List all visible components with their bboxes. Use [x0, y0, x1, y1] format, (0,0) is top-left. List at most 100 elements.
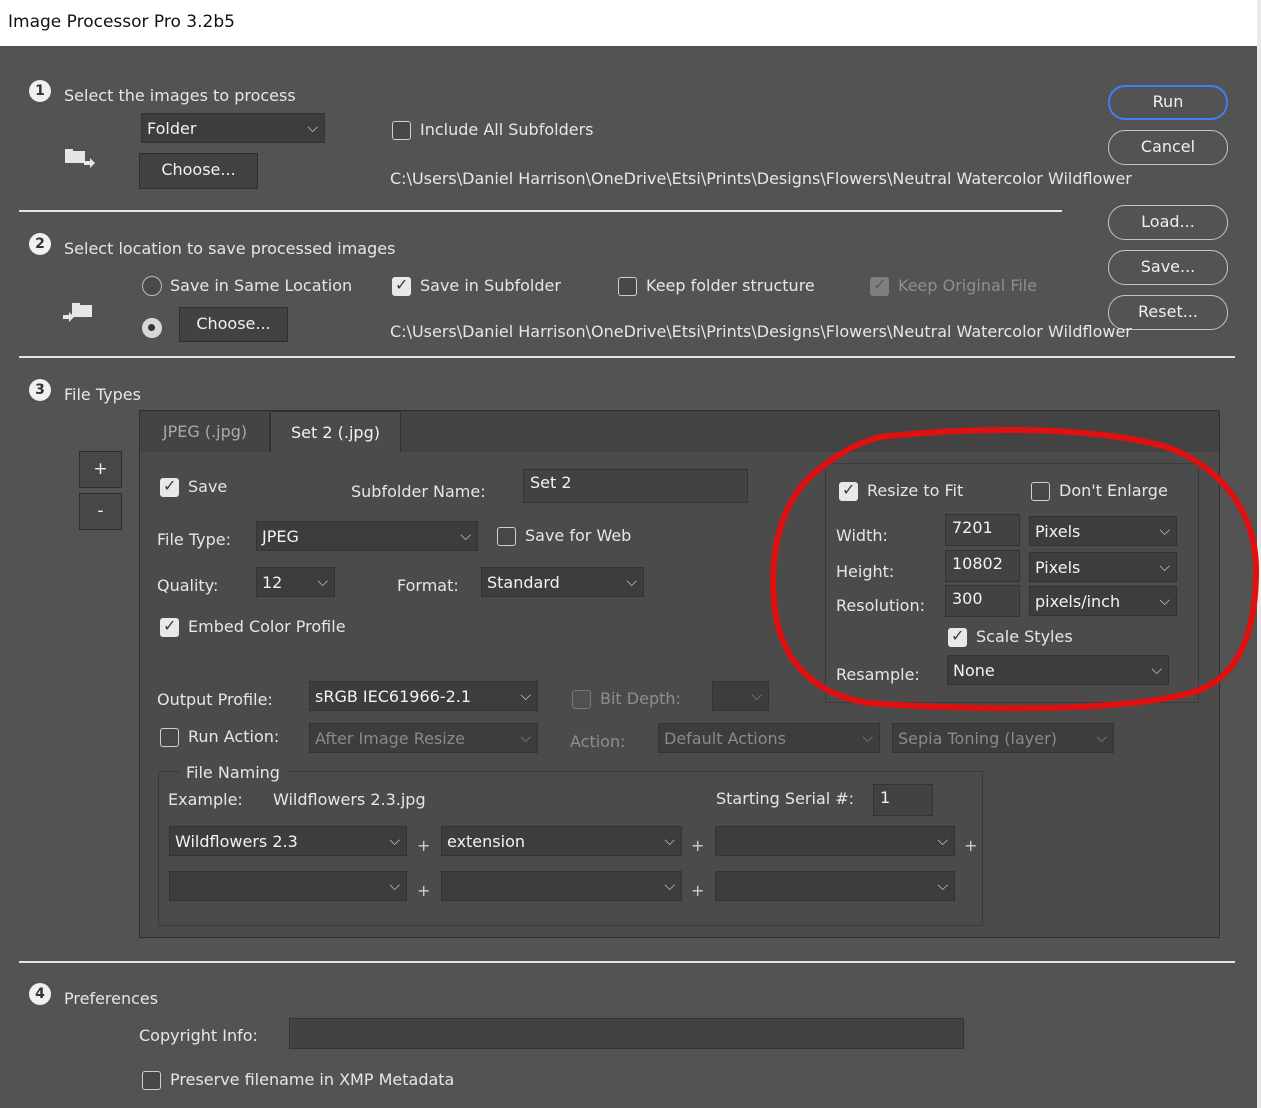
step-3-title: File Types — [64, 385, 141, 404]
save-checkbox[interactable] — [160, 476, 179, 497]
naming-select-5[interactable]: ⌵ — [441, 871, 682, 901]
destination-path: C:\Users\Daniel Harrison\OneDrive\Etsi\P… — [390, 322, 1132, 341]
source-select[interactable]: Folder ⌵ — [141, 113, 325, 143]
embed-color-profile-label: Embed Color Profile — [188, 617, 346, 636]
keep-folder-structure-label: Keep folder structure — [646, 276, 815, 295]
chevron-down-icon: ⌵ — [751, 688, 762, 704]
keep-folder-structure-checkbox[interactable] — [618, 277, 637, 296]
add-set-button[interactable]: + — [79, 451, 122, 488]
format-value: Standard — [487, 573, 560, 592]
resize-to-fit-checkbox[interactable] — [839, 480, 858, 501]
step-1-title: Select the images to process — [64, 86, 296, 105]
save-chosen-location-radio[interactable] — [142, 318, 162, 338]
file-naming-title: File Naming — [180, 763, 286, 782]
chevron-down-icon: ⌵ — [307, 120, 318, 136]
tab-jpeg[interactable]: JPEG (.jpg) — [141, 412, 270, 452]
height-unit-value: Pixels — [1035, 558, 1081, 577]
step-2-title: Select location to save processed images — [64, 239, 396, 258]
bit-depth-select: ⌵ — [712, 681, 769, 711]
divider — [19, 961, 1235, 963]
naming-select-2-value: extension — [447, 832, 525, 851]
naming-select-6[interactable]: ⌵ — [715, 871, 955, 901]
resample-select[interactable]: None ⌵ — [947, 655, 1169, 685]
resample-label: Resample: — [836, 665, 920, 684]
format-select[interactable]: Standard ⌵ — [481, 567, 644, 597]
scale-styles-checkbox[interactable] — [948, 626, 967, 647]
copyright-input[interactable] — [289, 1018, 964, 1049]
tab-set-2[interactable]: Set 2 (.jpg) — [270, 411, 401, 453]
chevron-down-icon: ⌵ — [862, 730, 873, 746]
plus-separator: + — [691, 881, 705, 900]
window-title: Image Processor Pro 3.2b5 — [8, 12, 235, 32]
output-profile-select[interactable]: sRGB IEC61966-2.1 ⌵ — [309, 681, 538, 711]
resolution-label: Resolution: — [836, 596, 925, 615]
source-path: C:\Users\Daniel Harrison\OneDrive\Etsi\P… — [390, 169, 1132, 188]
choose-destination-button[interactable]: Choose... — [179, 307, 288, 342]
width-input[interactable]: 7201 — [945, 514, 1020, 546]
naming-select-1-value: Wildflowers 2.3 — [175, 832, 298, 851]
remove-set-button[interactable]: - — [79, 493, 122, 530]
naming-select-1[interactable]: Wildflowers 2.3 ⌵ — [169, 826, 407, 856]
dont-enlarge-checkbox[interactable] — [1031, 482, 1050, 501]
action-set-select: Default Actions ⌵ — [658, 723, 880, 753]
step-3-badge: 3 — [29, 379, 51, 401]
choose-source-button[interactable]: Choose... — [139, 153, 258, 189]
height-label: Height: — [836, 562, 895, 581]
run-button[interactable]: Run — [1108, 85, 1228, 120]
plus-separator: + — [964, 836, 978, 855]
save-in-subfolder-label: Save in Subfolder — [420, 276, 561, 295]
folder-input-icon — [64, 148, 96, 170]
embed-color-profile-checkbox[interactable] — [160, 616, 179, 637]
chevron-down-icon: ⌵ — [317, 574, 328, 590]
resolution-input[interactable]: 300 — [945, 585, 1020, 617]
plus-separator: + — [417, 836, 431, 855]
chevron-down-icon: ⌵ — [389, 833, 400, 849]
quality-select[interactable]: 12 ⌵ — [256, 567, 335, 597]
include-subfolders-checkbox[interactable] — [392, 121, 411, 140]
cancel-button[interactable]: Cancel — [1108, 130, 1228, 165]
copyright-label: Copyright Info: — [139, 1026, 258, 1045]
serial-input[interactable]: 1 — [873, 784, 933, 816]
chevron-down-icon: ⌵ — [937, 878, 948, 894]
save-in-subfolder-checkbox[interactable] — [392, 275, 411, 296]
preserve-filename-checkbox[interactable] — [142, 1071, 161, 1090]
chevron-down-icon: ⌵ — [460, 528, 471, 544]
step-4-badge: 4 — [29, 983, 51, 1005]
file-type-select[interactable]: JPEG ⌵ — [256, 521, 478, 551]
output-profile-label: Output Profile: — [157, 690, 273, 709]
action-name-value: Sepia Toning (layer) — [898, 729, 1057, 748]
action-label: Action: — [570, 732, 626, 751]
subfolder-name-input[interactable]: Set 2 — [523, 469, 748, 503]
height-unit-select[interactable]: Pixels ⌵ — [1029, 552, 1177, 582]
naming-select-2[interactable]: extension ⌵ — [441, 826, 682, 856]
run-action-checkbox[interactable] — [160, 728, 179, 747]
folder-output-icon — [62, 302, 94, 324]
title-bar: Image Processor Pro 3.2b5 — [0, 0, 1257, 46]
save-for-web-checkbox[interactable] — [497, 527, 516, 546]
naming-select-4[interactable]: ⌵ — [169, 871, 407, 901]
chevron-down-icon: ⌵ — [520, 688, 531, 704]
chevron-down-icon: ⌵ — [937, 833, 948, 849]
width-unit-value: Pixels — [1035, 522, 1081, 541]
chevron-down-icon: ⌵ — [1096, 730, 1107, 746]
load-button[interactable]: Load... — [1108, 205, 1228, 240]
naming-select-3[interactable]: ⌵ — [715, 826, 955, 856]
resolution-unit-value: pixels/inch — [1035, 592, 1121, 611]
height-input[interactable]: 10802 — [945, 550, 1020, 582]
save-settings-button[interactable]: Save... — [1108, 250, 1228, 285]
scale-styles-label: Scale Styles — [976, 627, 1073, 646]
resolution-unit-select[interactable]: pixels/inch ⌵ — [1029, 586, 1177, 616]
chevron-down-icon: ⌵ — [1159, 559, 1170, 575]
subfolder-name-label: Subfolder Name: — [351, 482, 486, 501]
chevron-down-icon: ⌵ — [664, 833, 675, 849]
width-unit-select[interactable]: Pixels ⌵ — [1029, 516, 1177, 546]
resample-value: None — [953, 661, 995, 680]
format-label: Format: — [397, 576, 459, 595]
keep-original-label: Keep Original File — [898, 276, 1038, 295]
save-same-location-radio[interactable] — [142, 276, 162, 296]
step-2-badge: 2 — [29, 233, 51, 255]
plus-separator: + — [417, 881, 431, 900]
action-set-value: Default Actions — [664, 729, 786, 748]
save-same-location-label: Save in Same Location — [170, 276, 353, 295]
save-for-web-label: Save for Web — [525, 526, 632, 545]
